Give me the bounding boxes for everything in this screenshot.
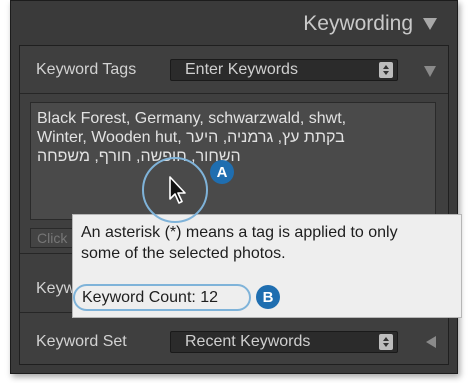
disclosure-triangle-left-icon[interactable] bbox=[426, 336, 436, 348]
divider bbox=[20, 93, 448, 94]
disclosure-triangle-down-icon[interactable] bbox=[424, 66, 436, 77]
panel-header[interactable]: Keywording bbox=[303, 9, 437, 39]
keyword-suggestions-label[interactable]: Keyw bbox=[36, 280, 76, 298]
stepper-arrows-icon bbox=[379, 334, 393, 350]
keywords-line-2-rtl: בקתת עץ, גרמניה, היער bbox=[186, 129, 345, 146]
keyword-set-select[interactable]: Recent Keywords bbox=[170, 331, 398, 353]
keyword-tags-value: Enter Keywords bbox=[185, 61, 298, 78]
mouse-cursor-icon bbox=[169, 176, 186, 204]
keyword-tags-label: Keyword Tags bbox=[36, 61, 137, 78]
keyword-count-text: Keyword Count: 12 bbox=[82, 288, 219, 306]
keyword-tags-select[interactable]: Enter Keywords bbox=[170, 59, 398, 81]
keywords-line-2: Winter, Wooden hut, בקתת עץ, גרמניה, היע… bbox=[37, 128, 429, 147]
collapse-triangle-icon[interactable] bbox=[423, 18, 437, 30]
keyword-set-label: Keyword Set bbox=[36, 333, 127, 350]
keyword-set-value: Recent Keywords bbox=[185, 333, 311, 350]
stepper-arrows-icon bbox=[379, 62, 393, 78]
keyword-count: Keyword Count: 12 bbox=[73, 284, 251, 311]
keywords-line-1: Black Forest, Germany, schwarzwald, shwt… bbox=[37, 110, 347, 127]
keywords-line-2-ltr: Winter, Wooden hut, bbox=[37, 129, 182, 146]
callout-badge-a: A bbox=[210, 160, 234, 184]
callout-badge-b: B bbox=[256, 285, 280, 309]
tooltip-line-2: some of the selected photos. bbox=[81, 245, 286, 262]
tooltip-line-1: An asterisk (*) means a tag is applied t… bbox=[81, 224, 398, 241]
panel-title: Keywording bbox=[303, 12, 413, 35]
keywords-textarea[interactable]: Black Forest, Germany, schwarzwald, shwt… bbox=[30, 102, 436, 220]
keywords-line-3: השחור, חופשה, חורף, משפחה bbox=[37, 148, 241, 165]
